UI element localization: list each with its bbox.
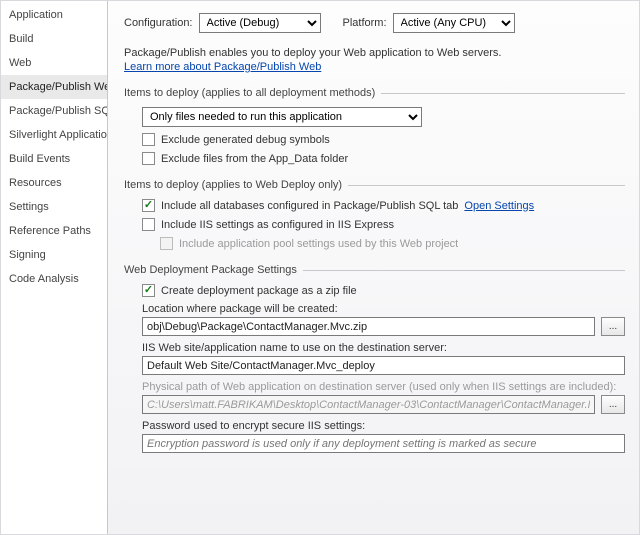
create-zip-checkbox[interactable] bbox=[142, 284, 155, 297]
group-title: Web Deployment Package Settings bbox=[124, 264, 297, 276]
sidebar-item-settings[interactable]: Settings bbox=[1, 195, 107, 219]
open-settings-link[interactable]: Open Settings bbox=[464, 200, 534, 212]
group-title: Items to deploy (applies to all deployme… bbox=[124, 87, 375, 99]
sidebar-item-label: Settings bbox=[9, 201, 49, 213]
sidebar-item-label: Application bbox=[9, 9, 63, 21]
group-deploy-web: Items to deploy (applies to Web Deploy o… bbox=[124, 179, 625, 250]
exclude-appdata-checkbox[interactable] bbox=[142, 152, 155, 165]
sidebar-item-label: Code Analysis bbox=[9, 273, 79, 285]
configuration-label: Configuration: bbox=[124, 17, 193, 29]
sidebar: Application Build Web Package/Publish We… bbox=[1, 1, 108, 534]
include-apppool-checkbox bbox=[160, 237, 173, 250]
sidebar-item-build-events[interactable]: Build Events bbox=[1, 147, 107, 171]
sidebar-item-label: Package/Publish Web bbox=[9, 81, 107, 93]
group-title: Items to deploy (applies to Web Deploy o… bbox=[124, 179, 342, 191]
group-package-settings: Web Deployment Package Settings Create d… bbox=[124, 264, 625, 453]
sidebar-item-label: Package/Publish SQL bbox=[9, 105, 107, 117]
sidebar-item-label: Build bbox=[9, 33, 33, 45]
platform-select[interactable]: Active (Any CPU) bbox=[393, 13, 515, 33]
password-label: Password used to encrypt secure IIS sett… bbox=[142, 420, 625, 432]
sidebar-item-package-publish-web[interactable]: Package/Publish Web bbox=[1, 75, 107, 99]
sidebar-item-code-analysis[interactable]: Code Analysis bbox=[1, 267, 107, 291]
iis-name-label: IIS Web site/application name to use on … bbox=[142, 342, 625, 354]
include-databases-checkbox[interactable] bbox=[142, 199, 155, 212]
physical-path-input bbox=[142, 395, 595, 414]
sidebar-item-label: Reference Paths bbox=[9, 225, 91, 237]
location-input[interactable] bbox=[142, 317, 595, 336]
divider bbox=[381, 93, 625, 94]
group-deploy-all: Items to deploy (applies to all deployme… bbox=[124, 87, 625, 165]
location-browse-button[interactable]: ... bbox=[601, 317, 625, 336]
create-zip-label: Create deployment package as a zip file bbox=[161, 285, 357, 297]
sidebar-item-resources[interactable]: Resources bbox=[1, 171, 107, 195]
project-properties-panel: Application Build Web Package/Publish We… bbox=[0, 0, 640, 535]
sidebar-item-label: Silverlight Applications bbox=[9, 129, 107, 141]
learn-more-link[interactable]: Learn more about Package/Publish Web bbox=[124, 61, 321, 73]
physical-path-label: Physical path of Web application on dest… bbox=[142, 381, 625, 393]
exclude-debug-checkbox[interactable] bbox=[142, 133, 155, 146]
include-databases-label: Include all databases configured in Pack… bbox=[161, 200, 458, 212]
exclude-appdata-label: Exclude files from the App_Data folder bbox=[161, 153, 348, 165]
sidebar-item-web[interactable]: Web bbox=[1, 51, 107, 75]
intro-text: Package/Publish enables you to deploy yo… bbox=[124, 47, 625, 59]
sidebar-item-package-publish-sql[interactable]: Package/Publish SQL bbox=[1, 99, 107, 123]
sidebar-item-reference-paths[interactable]: Reference Paths bbox=[1, 219, 107, 243]
sidebar-item-application[interactable]: Application bbox=[1, 3, 107, 27]
platform-label: Platform: bbox=[343, 17, 387, 29]
include-iis-label: Include IIS settings as configured in II… bbox=[161, 219, 394, 231]
items-to-deploy-select[interactable]: Only files needed to run this applicatio… bbox=[142, 107, 422, 127]
divider bbox=[348, 185, 625, 186]
iis-name-input[interactable] bbox=[142, 356, 625, 375]
config-row: Configuration: Active (Debug) Platform: … bbox=[124, 13, 625, 33]
sidebar-item-signing[interactable]: Signing bbox=[1, 243, 107, 267]
include-iis-checkbox[interactable] bbox=[142, 218, 155, 231]
sidebar-item-label: Signing bbox=[9, 249, 46, 261]
sidebar-item-label: Resources bbox=[9, 177, 62, 189]
exclude-debug-label: Exclude generated debug symbols bbox=[161, 134, 330, 146]
main-panel: Configuration: Active (Debug) Platform: … bbox=[108, 1, 639, 534]
divider bbox=[303, 270, 625, 271]
sidebar-item-silverlight-applications[interactable]: Silverlight Applications bbox=[1, 123, 107, 147]
physical-path-browse-button[interactable]: ... bbox=[601, 395, 625, 414]
sidebar-item-label: Web bbox=[9, 57, 31, 69]
password-input[interactable] bbox=[142, 434, 625, 453]
configuration-select[interactable]: Active (Debug) bbox=[199, 13, 321, 33]
sidebar-item-build[interactable]: Build bbox=[1, 27, 107, 51]
location-label: Location where package will be created: bbox=[142, 303, 625, 315]
include-apppool-label: Include application pool settings used b… bbox=[179, 238, 458, 250]
sidebar-item-label: Build Events bbox=[9, 153, 70, 165]
